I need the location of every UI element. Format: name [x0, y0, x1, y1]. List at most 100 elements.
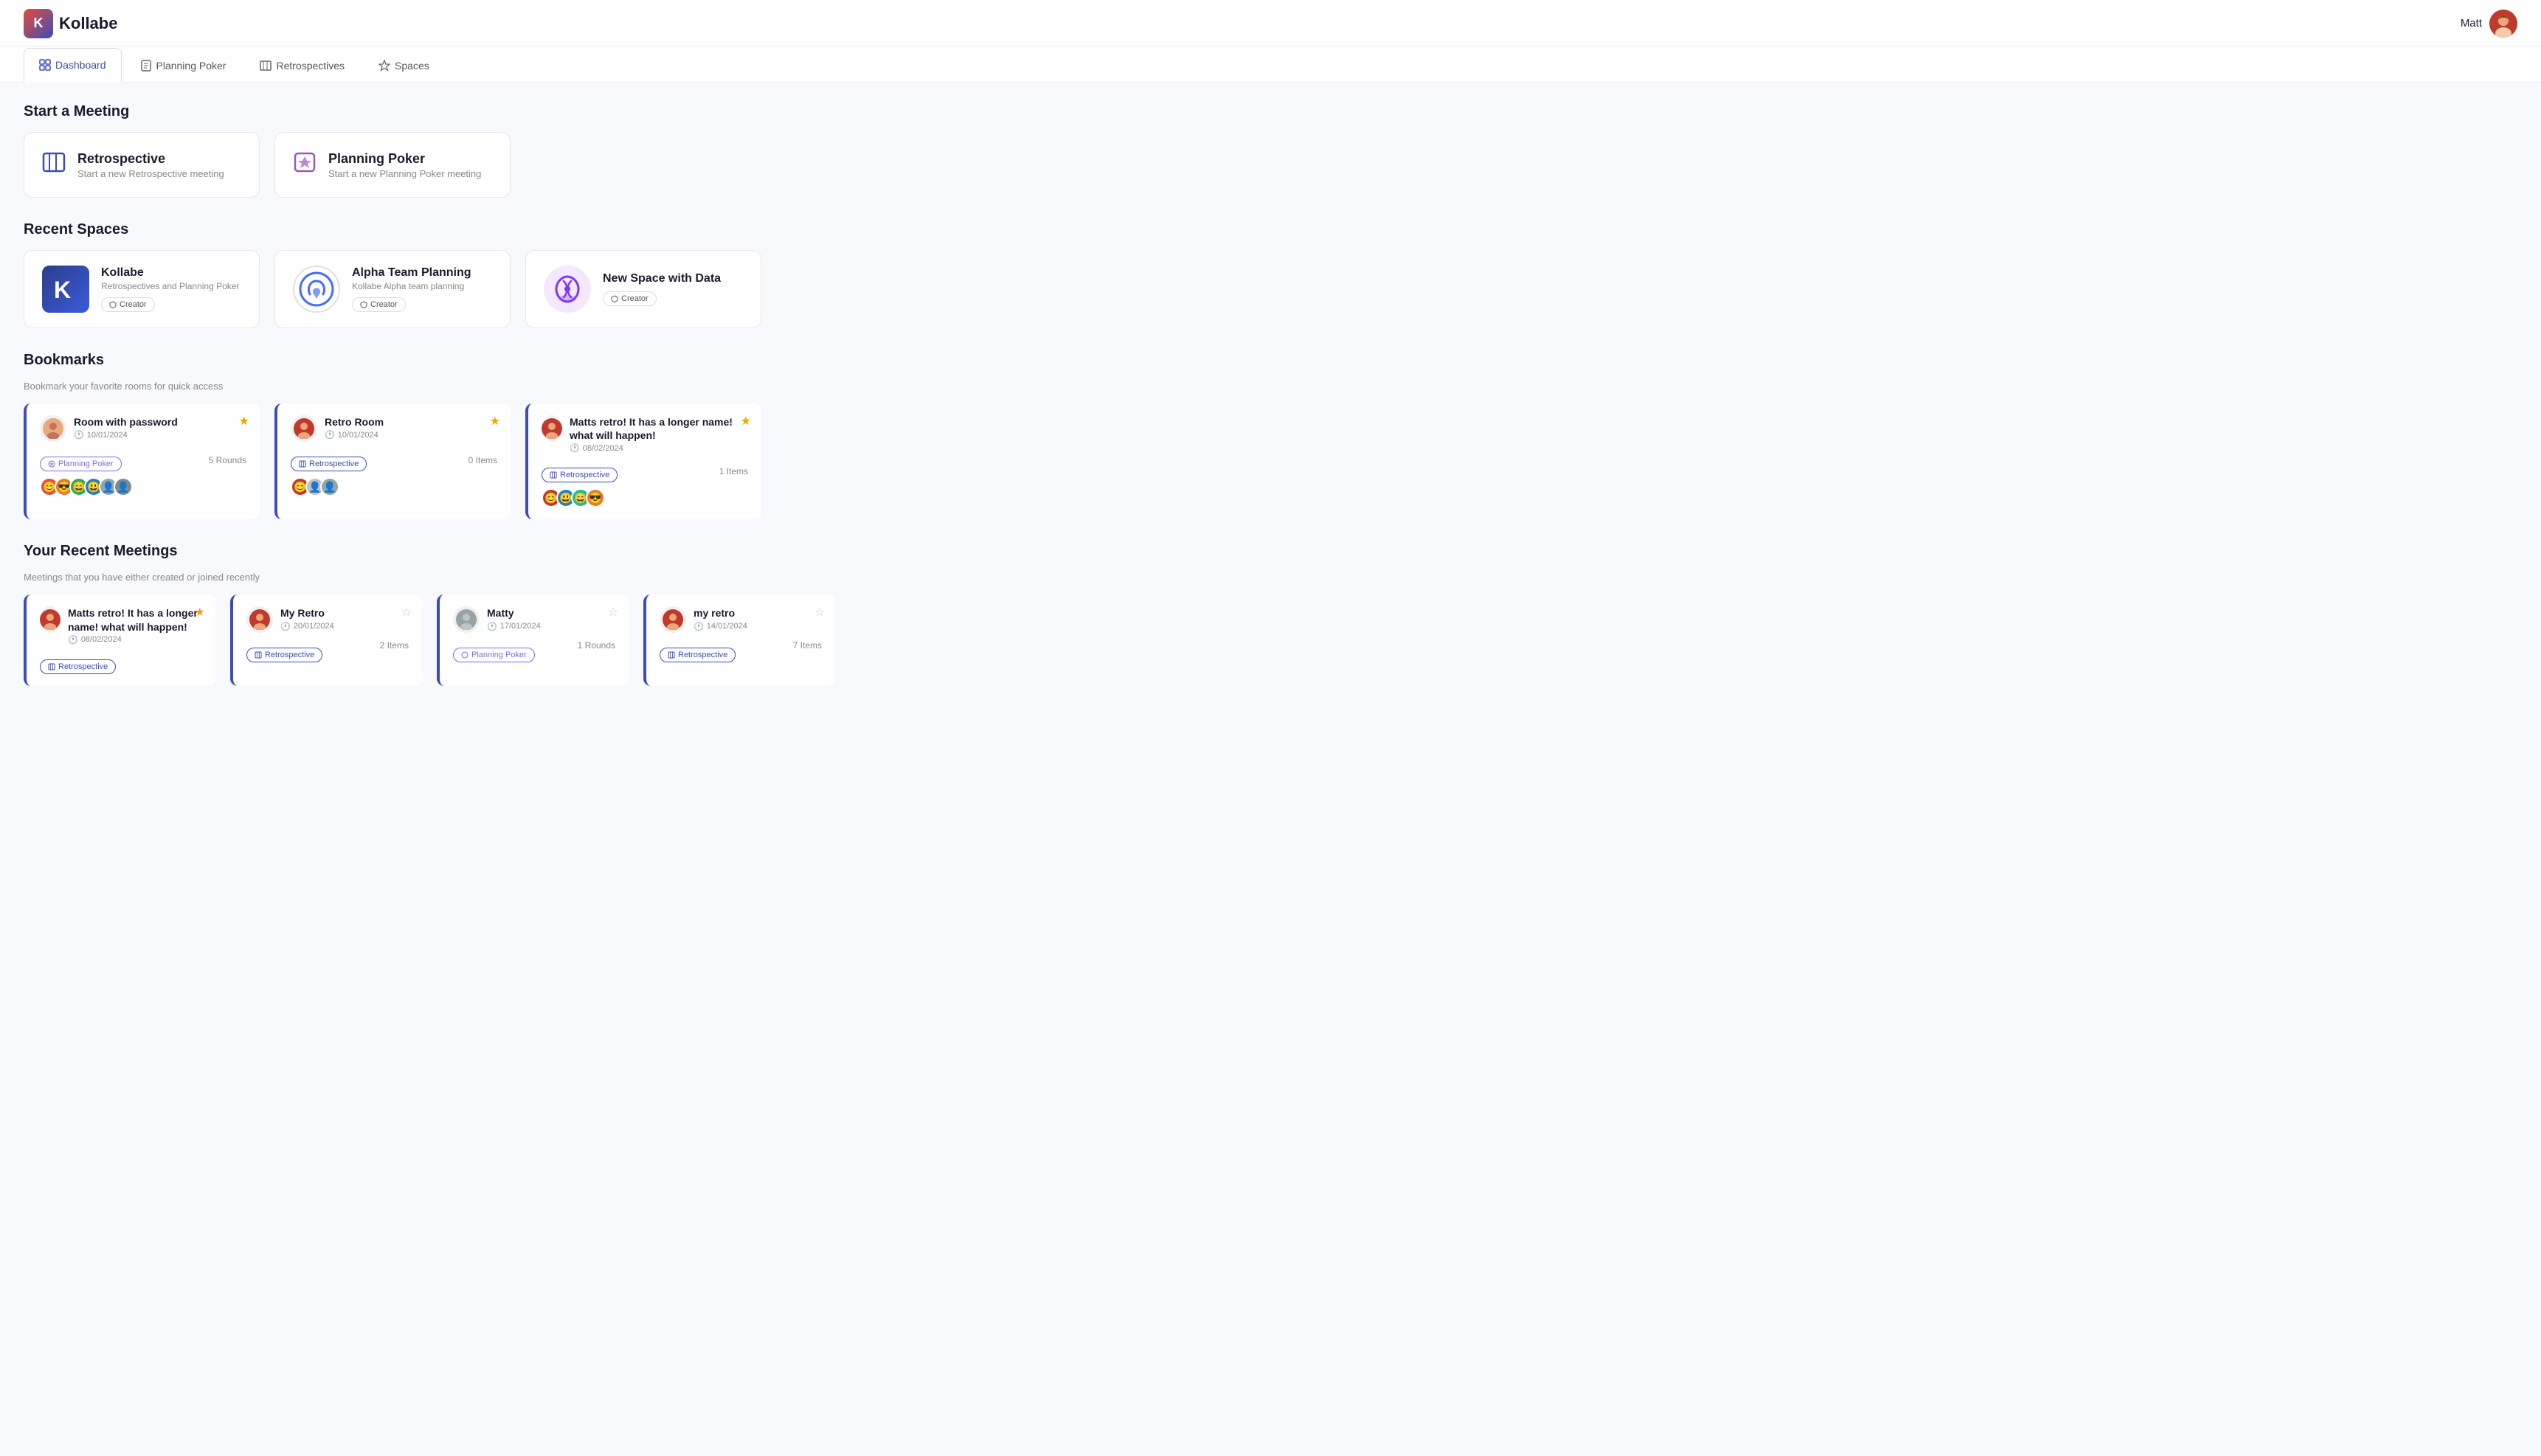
recent-meeting-title-3: Matty: [487, 606, 541, 620]
bookmark-title-2: Retro Room: [325, 415, 384, 429]
bookmark-room-password[interactable]: Room with password 🕐 10/01/2024 ★ Planni…: [24, 403, 260, 519]
bookmark-date-3: 🕐 08/02/2024: [570, 443, 748, 453]
tab-planning-poker[interactable]: Planning Poker: [125, 48, 242, 83]
recent-meeting-avatar-2: [246, 606, 273, 633]
poker-card-icon: [293, 150, 317, 179]
user-avatar-rm4: [663, 609, 683, 630]
recent-meeting-matty[interactable]: Matty 🕐 17/01/2024 ☆ Planning Poker 1 Ro…: [437, 594, 629, 685]
bookmark-matts-retro[interactable]: Matts retro! It has a longer name! what …: [525, 403, 761, 519]
logo[interactable]: K Kollabe: [24, 9, 117, 38]
kollabe-k-logo: K: [49, 273, 82, 305]
type-badge-3: Retrospective: [542, 468, 618, 482]
type-badge-1: Planning Poker: [40, 457, 122, 471]
alpha-space-logo: [293, 266, 340, 313]
recent-meeting-count-4: 7 Items: [793, 640, 822, 651]
kollabe-role-label: Creator: [120, 300, 147, 309]
bookmark-count-1: 5 Rounds: [209, 455, 246, 465]
clock-icon-2: 🕐: [325, 430, 335, 440]
recent-meetings-subtitle: Meetings that you have either created or…: [24, 572, 862, 583]
spaces-nav-icon: [378, 60, 390, 72]
recent-meeting-title-4: my retro: [694, 606, 747, 620]
recent-meeting-badge-4: Retrospective 7 Items: [660, 640, 822, 662]
app-name: Kollabe: [59, 14, 117, 33]
recent-meeting-title-2: My Retro: [280, 606, 334, 620]
retrospective-card[interactable]: Retrospective Start a new Retrospective …: [24, 132, 260, 198]
tab-spaces[interactable]: Spaces: [363, 48, 445, 83]
star-btn-rm1[interactable]: ★: [195, 605, 205, 620]
star-btn-rm3[interactable]: ☆: [608, 605, 618, 620]
user-avatar-1: [43, 418, 63, 439]
recent-meeting-header-2: My Retro 🕐 20/01/2024: [246, 606, 409, 633]
recent-meeting-header-1: Matts retro! It has a longer name! what …: [40, 606, 202, 644]
recent-meeting-info-3: Matty 🕐 17/01/2024: [487, 606, 541, 631]
shield-icon: [109, 301, 117, 308]
participant-avatar: 😎: [586, 488, 605, 507]
bookmark-count-2: 0 Items: [469, 455, 497, 465]
recent-meeting-badge-1: Retrospective: [40, 652, 202, 674]
tab-dashboard[interactable]: Dashboard: [24, 48, 122, 83]
participants-1: 😊 😎 😄 😃 👤 👤: [40, 477, 246, 496]
star-btn-3[interactable]: ★: [741, 414, 751, 429]
star-btn-1[interactable]: ★: [239, 414, 249, 429]
avatar[interactable]: [2489, 10, 2517, 38]
user-avatar-rm1: [40, 609, 60, 630]
newspace-logo: [544, 266, 591, 313]
type-badge-rm2: Retrospective: [246, 648, 322, 662]
newspace-name: New Space with Data: [603, 272, 743, 285]
space-card-kollabe[interactable]: K Kollabe Retrospectives and Planning Po…: [24, 250, 260, 328]
alpha-role-badge: Creator: [352, 297, 406, 312]
logo-icon: K: [24, 9, 53, 38]
start-meeting-section: Start a Meeting Retrospective Start a ne…: [24, 103, 862, 198]
star-btn-rm2[interactable]: ☆: [401, 605, 412, 620]
header: K Kollabe Matt: [0, 0, 2541, 47]
shield-icon-3: [611, 295, 618, 302]
space-card-newspace[interactable]: New Space with Data Creator: [525, 250, 761, 328]
recent-spaces-title: Recent Spaces: [24, 221, 862, 238]
newspace-role-label: Creator: [621, 294, 649, 303]
space-card-alpha[interactable]: Alpha Team Planning Kollabe Alpha team p…: [274, 250, 511, 328]
bookmark-retro-room[interactable]: Retro Room 🕐 10/01/2024 ★ Retrospective …: [274, 403, 511, 519]
recent-meeting-my-retro-2[interactable]: my retro 🕐 14/01/2024 ☆ Retrospective 7 …: [643, 594, 835, 685]
retro-badge-icon: [299, 460, 306, 468]
user-area: Matt: [2461, 10, 2517, 38]
bookmarks-title: Bookmarks: [24, 352, 862, 369]
type-badge-rm3: Planning Poker: [453, 648, 535, 662]
poker-card-text: Planning Poker Start a new Planning Poke…: [328, 151, 481, 179]
shield-icon-2: [360, 301, 367, 308]
planning-poker-card[interactable]: Planning Poker Start a new Planning Poke…: [274, 132, 511, 198]
recent-meeting-date-1: 🕐 08/02/2024: [68, 635, 202, 645]
bookmark-info-1: Room with password 🕐 10/01/2024: [74, 415, 178, 440]
recent-meetings-section: Your Recent Meetings Meetings that you h…: [24, 543, 862, 685]
planning-poker-nav-icon: [140, 60, 152, 72]
start-meeting-cards: Retrospective Start a new Retrospective …: [24, 132, 862, 198]
dashboard-icon: [39, 59, 51, 71]
recent-meeting-matts-retro[interactable]: Matts retro! It has a longer name! what …: [24, 594, 215, 685]
alpha-space-desc: Kollabe Alpha team planning: [352, 281, 492, 291]
bookmarks-subtitle: Bookmark your favorite rooms for quick a…: [24, 381, 862, 392]
retro-card-text: Retrospective Start a new Retrospective …: [77, 151, 224, 179]
newspace-role-badge: Creator: [603, 291, 657, 306]
retro-card-icon: [42, 150, 66, 179]
tab-retrospectives[interactable]: Retrospectives: [244, 48, 360, 83]
kollabe-space-name: Kollabe: [101, 266, 241, 280]
recent-meeting-my-retro[interactable]: My Retro 🕐 20/01/2024 ☆ Retrospective 2 …: [230, 594, 422, 685]
recent-spaces-section: Recent Spaces K Kollabe Retrospectives a…: [24, 221, 862, 328]
star-btn-rm4[interactable]: ☆: [815, 605, 825, 620]
recent-meeting-header-3: Matty 🕐 17/01/2024: [453, 606, 615, 633]
retro-icon-rm4: [668, 651, 675, 659]
recent-meeting-avatar-4: [660, 606, 686, 633]
tab-planning-poker-label: Planning Poker: [156, 60, 227, 72]
participants-3: 😊 😃 😄 😎: [542, 488, 748, 507]
alpha-logo-svg: [298, 271, 335, 308]
recent-meeting-avatar-3: [453, 606, 480, 633]
bookmark-title-3: Matts retro! It has a longer name! what …: [570, 415, 748, 442]
recent-meeting-date-4: 🕐 14/01/2024: [694, 622, 747, 631]
clock-icon-rm3: 🕐: [487, 622, 497, 631]
bookmark-avatar-2: [291, 415, 317, 442]
bookmark-info-2: Retro Room 🕐 10/01/2024: [325, 415, 384, 440]
star-btn-2[interactable]: ★: [490, 414, 500, 429]
bookmarks-cards-row: Room with password 🕐 10/01/2024 ★ Planni…: [24, 403, 862, 519]
spaces-cards-row: K Kollabe Retrospectives and Planning Po…: [24, 250, 862, 328]
clock-icon-1: 🕐: [74, 430, 84, 440]
retro-card-title: Retrospective: [77, 151, 224, 167]
